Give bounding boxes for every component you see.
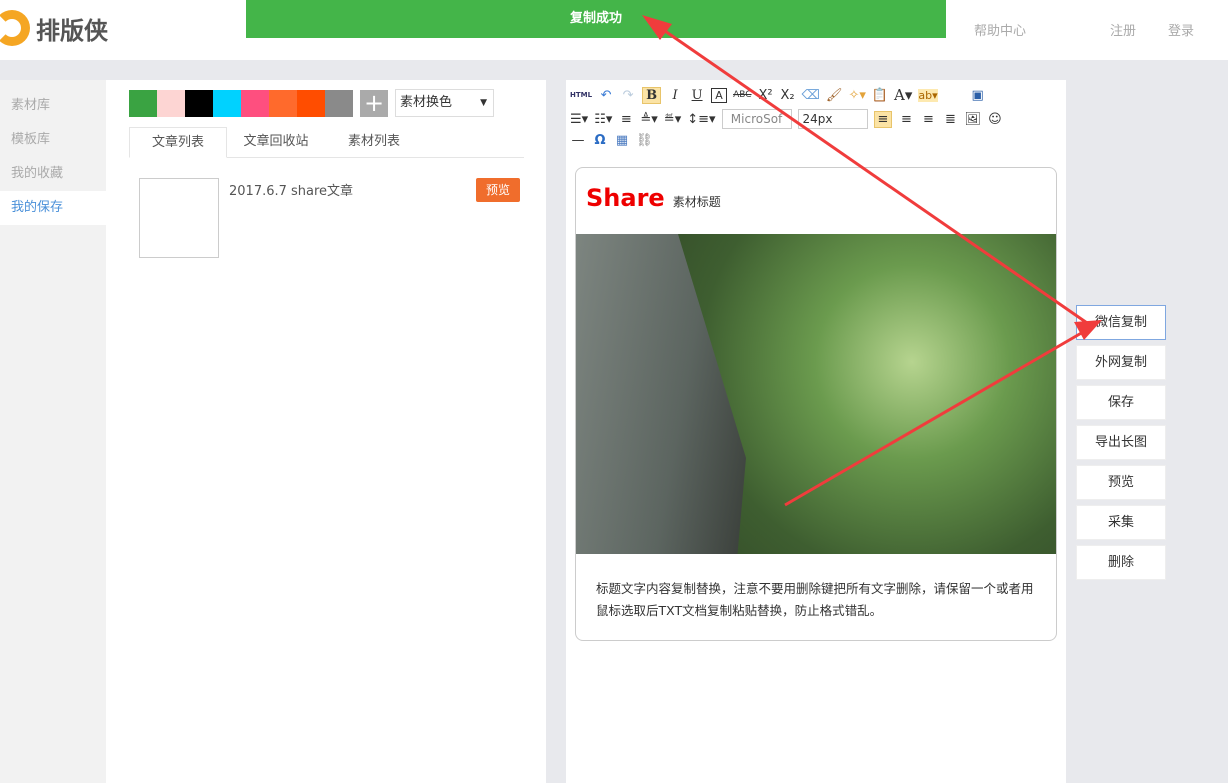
color-swatch[interactable] xyxy=(185,90,213,117)
border-icon[interactable]: A xyxy=(711,88,727,103)
login-link[interactable]: 登录 xyxy=(1168,20,1194,39)
color-swatch[interactable] xyxy=(325,90,353,117)
horizontal-rule-icon[interactable]: — xyxy=(570,133,586,148)
indent-icon[interactable]: ≡ xyxy=(618,112,634,127)
ordered-list-icon[interactable]: ☰▾ xyxy=(570,112,588,127)
logo-text: 排版侠 xyxy=(36,11,108,46)
link-icon[interactable]: ⛓ xyxy=(636,133,653,148)
card-title: Share 素材标题 xyxy=(586,184,721,212)
sidebar: 素材库 模板库 我的收藏 我的保存 xyxy=(0,80,106,783)
sidebar-item-favorites[interactable]: 我的收藏 xyxy=(0,157,106,191)
save-button[interactable]: 保存 xyxy=(1076,385,1166,420)
collect-button[interactable]: 采集 xyxy=(1076,505,1166,540)
select-value: 素材换色 xyxy=(400,95,452,110)
tabs: 文章列表 文章回收站 素材列表 xyxy=(129,127,524,158)
toolbar-row-2: ☰▾ ☷▾ ≡ ≜▾ ≝▾ ↕≡▾ MicroSof 24px ≡ ≡ ≡ ≣ … xyxy=(570,109,1003,129)
redo-icon[interactable]: ↷ xyxy=(620,88,636,103)
success-toast: 复制成功 xyxy=(246,0,946,38)
tab-materials[interactable]: 素材列表 xyxy=(325,127,423,157)
italic-icon[interactable]: I xyxy=(667,88,683,103)
color-swatch[interactable] xyxy=(297,90,325,117)
register-link[interactable]: 注册 xyxy=(1110,20,1136,39)
editor: HTML ↶ ↷ B I U A ABC X² X₂ ⌫ 🖌 ✧▾ 📋 A▾ a… xyxy=(566,80,1066,783)
export-long-image-button[interactable]: 导出长图 xyxy=(1076,425,1166,460)
paragraph-spacing-bottom-icon[interactable]: ≝▾ xyxy=(664,112,681,127)
color-swatch[interactable] xyxy=(269,90,297,117)
action-buttons: 微信复制 外网复制 保存 导出长图 预览 采集 删除 xyxy=(1076,305,1166,585)
article-title[interactable]: 2017.6.7 share文章 xyxy=(229,180,353,199)
align-center-icon[interactable]: ≡ xyxy=(898,112,914,127)
underline-icon[interactable]: U xyxy=(689,88,705,103)
tab-articles[interactable]: 文章列表 xyxy=(129,127,227,158)
material-color-select[interactable]: 素材换色 ▼ xyxy=(395,89,494,117)
content-card[interactable]: Share 素材标题 标题文字内容复制替换，注意不要用删除键把所有文字删除，请保… xyxy=(575,167,1057,641)
table-icon[interactable]: ▦ xyxy=(614,133,630,148)
special-char-icon[interactable]: Ω xyxy=(592,133,608,148)
bold-icon[interactable]: B xyxy=(642,87,661,104)
strikethrough-icon[interactable]: ABC xyxy=(733,90,751,100)
preview-action-button[interactable]: 预览 xyxy=(1076,465,1166,500)
logo[interactable]: 排版侠 xyxy=(0,10,108,46)
justify-icon[interactable]: ≣ xyxy=(942,112,958,127)
dropdown-arrow-icon: ▼ xyxy=(480,90,487,116)
magic-wand-icon[interactable]: ✧▾ xyxy=(848,88,865,103)
article-thumbnail xyxy=(139,178,219,258)
card-body-text: 标题文字内容复制替换，注意不要用删除键把所有文字删除，请保留一个或者用鼠标选取后… xyxy=(596,578,1036,622)
html-icon[interactable]: HTML xyxy=(570,91,592,99)
card-subtitle: 素材标题 xyxy=(673,193,721,210)
color-swatch[interactable] xyxy=(213,90,241,117)
undo-icon[interactable]: ↶ xyxy=(598,88,614,103)
tree-trunk-image xyxy=(576,234,746,554)
color-swatches: + xyxy=(129,90,388,117)
help-link[interactable]: 帮助中心 xyxy=(974,20,1026,39)
delete-button[interactable]: 删除 xyxy=(1076,545,1166,580)
article-panel: + 素材换色 ▼ 文章列表 文章回收站 素材列表 2017.6.7 share文章… xyxy=(106,80,546,783)
color-swatch[interactable] xyxy=(157,90,185,117)
unordered-list-icon[interactable]: ☷▾ xyxy=(594,112,612,127)
card-title-text: Share xyxy=(586,184,665,212)
tab-recycle-bin[interactable]: 文章回收站 xyxy=(227,127,325,157)
wechat-copy-button[interactable]: 微信复制 xyxy=(1076,305,1166,340)
fullscreen-icon[interactable]: ▣ xyxy=(970,88,986,103)
color-swatch[interactable] xyxy=(241,90,269,117)
header: 排版侠 复制成功 帮助中心 注册 登录 xyxy=(0,0,1228,60)
content-image xyxy=(576,234,1056,554)
paste-text-icon[interactable]: 📋 xyxy=(872,88,888,103)
font-size-select[interactable]: 24px xyxy=(798,109,868,129)
sidebar-item-saved[interactable]: 我的保存 xyxy=(0,191,106,225)
eraser-icon[interactable]: ⌫ xyxy=(802,88,820,103)
emoji-icon[interactable]: ☺ xyxy=(987,112,1003,127)
preview-button[interactable]: 预览 xyxy=(476,178,520,202)
external-copy-button[interactable]: 外网复制 xyxy=(1076,345,1166,380)
add-color-icon[interactable]: + xyxy=(360,90,388,117)
image-icon[interactable]: 🖼 xyxy=(964,112,981,127)
align-left-icon[interactable]: ≡ xyxy=(874,111,893,128)
format-painter-icon[interactable]: 🖌 xyxy=(826,88,843,103)
line-height-icon[interactable]: ↕≡▾ xyxy=(687,112,715,127)
paragraph-spacing-top-icon[interactable]: ≜▾ xyxy=(640,112,657,127)
superscript-icon[interactable]: X² xyxy=(758,88,774,103)
font-color-icon[interactable]: A▾ xyxy=(894,86,912,104)
sidebar-item-materials[interactable]: 素材库 xyxy=(0,89,106,123)
highlight-icon[interactable]: ab▾ xyxy=(918,89,937,102)
toolbar-row-1: HTML ↶ ↷ B I U A ABC X² X₂ ⌫ 🖌 ✧▾ 📋 A▾ a… xyxy=(570,86,986,104)
color-swatch[interactable] xyxy=(129,90,157,117)
align-right-icon[interactable]: ≡ xyxy=(920,112,936,127)
subscript-icon[interactable]: X₂ xyxy=(780,88,796,103)
sidebar-item-templates[interactable]: 模板库 xyxy=(0,123,106,157)
logo-icon xyxy=(0,10,30,46)
toolbar-row-3: — Ω ▦ ⛓ xyxy=(570,133,653,148)
font-family-select[interactable]: MicroSof xyxy=(722,109,792,129)
list-item[interactable]: 2017.6.7 share文章 预览 xyxy=(139,178,520,258)
